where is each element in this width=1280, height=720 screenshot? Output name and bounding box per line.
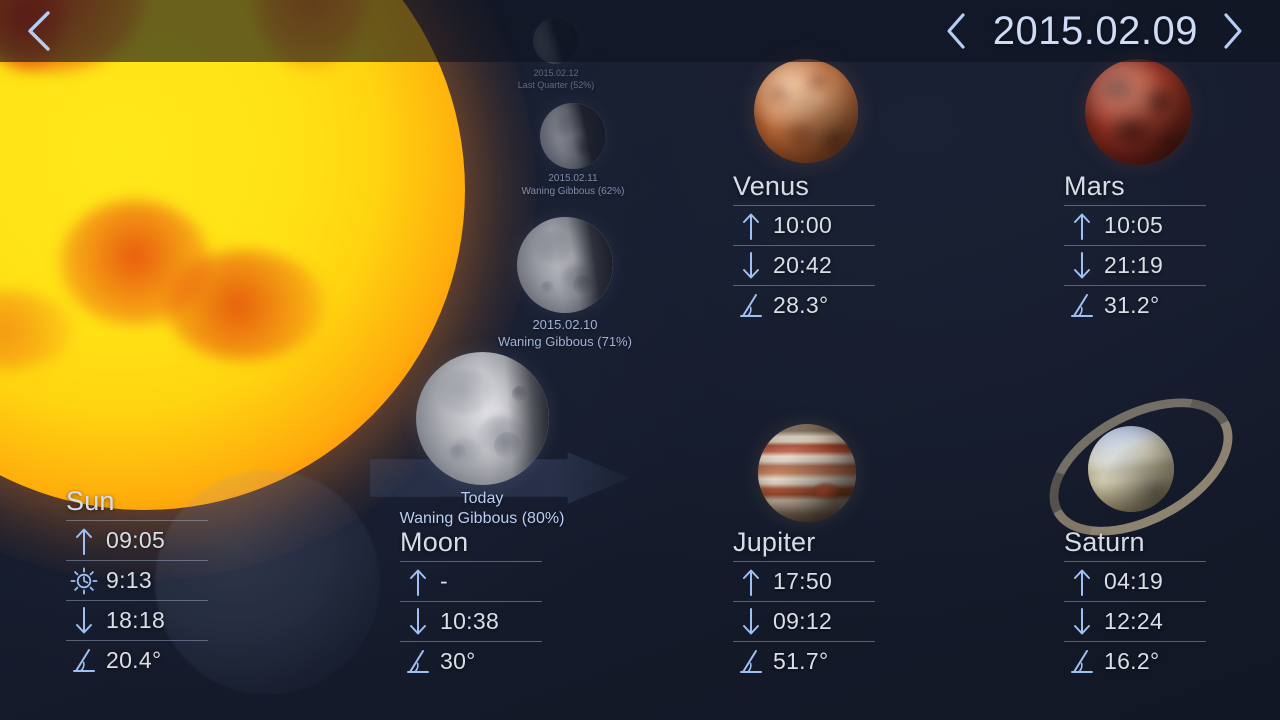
moon-date: Today bbox=[460, 490, 504, 507]
moon-phase-disc bbox=[517, 217, 613, 313]
moon-phase-text: Waning Gibbous (71%) bbox=[498, 333, 632, 349]
arrow-down-icon bbox=[1064, 251, 1100, 281]
angle-icon bbox=[1064, 292, 1100, 320]
arrow-up-icon bbox=[1064, 567, 1100, 597]
arrow-down-icon bbox=[733, 607, 769, 637]
arrow-down-icon bbox=[1064, 607, 1100, 637]
moon-timeline-label: 2015.02.12 Last Quarter (52%) bbox=[508, 68, 604, 91]
row-sun-rise: 09:05 bbox=[66, 520, 208, 560]
panel-title-mars: Mars bbox=[1064, 171, 1125, 201]
moon-phase-disc bbox=[415, 352, 549, 485]
moon-terminator-shadow bbox=[415, 352, 549, 485]
row-saturn-set: 12:24 bbox=[1064, 601, 1206, 641]
value-venus-rise: 10:00 bbox=[773, 212, 833, 239]
panel-title-moon: Moon bbox=[400, 527, 469, 557]
value-mars-set: 21:19 bbox=[1104, 252, 1164, 279]
arrow-down-icon bbox=[66, 606, 102, 636]
arrow-down-icon bbox=[733, 251, 769, 281]
panel-title-venus: Venus bbox=[733, 171, 810, 201]
value-sun-set: 18:18 bbox=[106, 607, 166, 634]
panel-moon: Moon - 10:38 30° bbox=[400, 528, 542, 681]
value-sun-transit: 9:13 bbox=[106, 567, 152, 594]
value-jupiter-rise: 17:50 bbox=[773, 568, 833, 595]
value-mars-rise: 10:05 bbox=[1104, 212, 1164, 239]
value-sun-altitude: 20.4° bbox=[106, 647, 162, 674]
row-venus-rise: 10:00 bbox=[733, 205, 875, 245]
row-jupiter-altitude: 51.7° bbox=[733, 641, 875, 681]
row-saturn-rise: 04:19 bbox=[1064, 561, 1206, 601]
angle-icon bbox=[1064, 648, 1100, 676]
value-mars-altitude: 31.2° bbox=[1104, 292, 1160, 319]
value-saturn-rise: 04:19 bbox=[1104, 568, 1164, 595]
panel-sun: Sun 09:05 9:13 18:18 20.4° bbox=[66, 487, 208, 680]
row-moon-rise: - bbox=[400, 561, 542, 601]
next-day-button[interactable] bbox=[1202, 0, 1264, 62]
moon-date: 2015.02.12 bbox=[533, 68, 579, 78]
moon-phase-disc bbox=[540, 103, 606, 169]
angle-icon bbox=[66, 647, 102, 675]
moon-phase-text: Waning Gibbous (62%) bbox=[521, 185, 625, 197]
value-venus-set: 20:42 bbox=[773, 252, 833, 279]
moon-phase-text: Last Quarter (52%) bbox=[517, 79, 595, 90]
moon-timeline-label: Today Waning Gibbous (80%) bbox=[381, 489, 583, 530]
moon-timeline-item[interactable]: 2015.02.11 Waning Gibbous (62%) bbox=[516, 103, 630, 199]
arrow-up-icon bbox=[1064, 211, 1100, 241]
angle-icon bbox=[733, 292, 769, 320]
panel-title-jupiter: Jupiter bbox=[733, 527, 816, 557]
value-jupiter-altitude: 51.7° bbox=[773, 648, 829, 675]
chevron-left-icon bbox=[947, 13, 965, 49]
moon-terminator-shadow bbox=[540, 103, 606, 169]
moon-terminator-shadow bbox=[517, 217, 613, 313]
panel-jupiter: Jupiter 17:50 09:12 51.7° bbox=[733, 528, 875, 681]
value-saturn-set: 12:24 bbox=[1104, 608, 1164, 635]
row-sun-transit: 9:13 bbox=[66, 560, 208, 600]
panel-mars: Mars 10:05 21:19 31.2° bbox=[1064, 172, 1206, 325]
arrow-up-icon bbox=[733, 211, 769, 241]
moon-timeline-item-today[interactable]: Today Waning Gibbous (80%) bbox=[381, 352, 583, 530]
app-stage: 2015.02.12 Last Quarter (52%) 2015.02.11… bbox=[0, 0, 1280, 720]
row-saturn-altitude: 16.2° bbox=[1064, 641, 1206, 681]
chevron-right-icon bbox=[1224, 13, 1242, 49]
panel-saturn: Saturn 04:19 12:24 16.2° bbox=[1064, 528, 1206, 681]
top-header-bar: 2015.02.09 bbox=[0, 0, 1280, 62]
angle-icon bbox=[400, 648, 436, 676]
previous-day-button[interactable] bbox=[925, 0, 987, 62]
row-venus-set: 20:42 bbox=[733, 245, 875, 285]
arrow-down-icon bbox=[400, 607, 436, 637]
arrow-up-icon bbox=[66, 526, 102, 556]
arrow-up-icon bbox=[733, 567, 769, 597]
moon-timeline-label: 2015.02.11 Waning Gibbous (62%) bbox=[516, 173, 630, 199]
row-mars-set: 21:19 bbox=[1064, 245, 1206, 285]
row-mars-altitude: 31.2° bbox=[1064, 285, 1206, 325]
sun-clock-icon bbox=[66, 566, 102, 596]
row-jupiter-set: 09:12 bbox=[733, 601, 875, 641]
panel-venus: Venus 10:00 20:42 28.3° bbox=[733, 172, 875, 325]
angle-icon bbox=[733, 648, 769, 676]
row-moon-altitude: 30° bbox=[400, 641, 542, 681]
row-mars-rise: 10:05 bbox=[1064, 205, 1206, 245]
value-venus-altitude: 28.3° bbox=[773, 292, 829, 319]
value-saturn-altitude: 16.2° bbox=[1104, 648, 1160, 675]
current-date: 2015.02.09 bbox=[992, 8, 1198, 53]
value-moon-altitude: 30° bbox=[440, 648, 476, 675]
arrow-up-icon bbox=[400, 567, 436, 597]
value-sun-rise: 09:05 bbox=[106, 527, 166, 554]
panel-title-saturn: Saturn bbox=[1064, 527, 1145, 557]
value-jupiter-set: 09:12 bbox=[773, 608, 833, 635]
value-moon-set: 10:38 bbox=[440, 608, 500, 635]
moon-date: 2015.02.10 bbox=[532, 317, 598, 332]
row-jupiter-rise: 17:50 bbox=[733, 561, 875, 601]
value-moon-rise: - bbox=[440, 568, 448, 595]
panel-title-sun: Sun bbox=[66, 486, 115, 516]
row-venus-altitude: 28.3° bbox=[733, 285, 875, 325]
moon-date: 2015.02.11 bbox=[548, 173, 598, 184]
moon-timeline-item[interactable]: 2015.02.10 Waning Gibbous (71%) bbox=[483, 217, 647, 350]
moon-timeline-label: 2015.02.10 Waning Gibbous (71%) bbox=[483, 317, 647, 350]
row-sun-set: 18:18 bbox=[66, 600, 208, 640]
row-sun-altitude: 20.4° bbox=[66, 640, 208, 680]
row-moon-set: 10:38 bbox=[400, 601, 542, 641]
